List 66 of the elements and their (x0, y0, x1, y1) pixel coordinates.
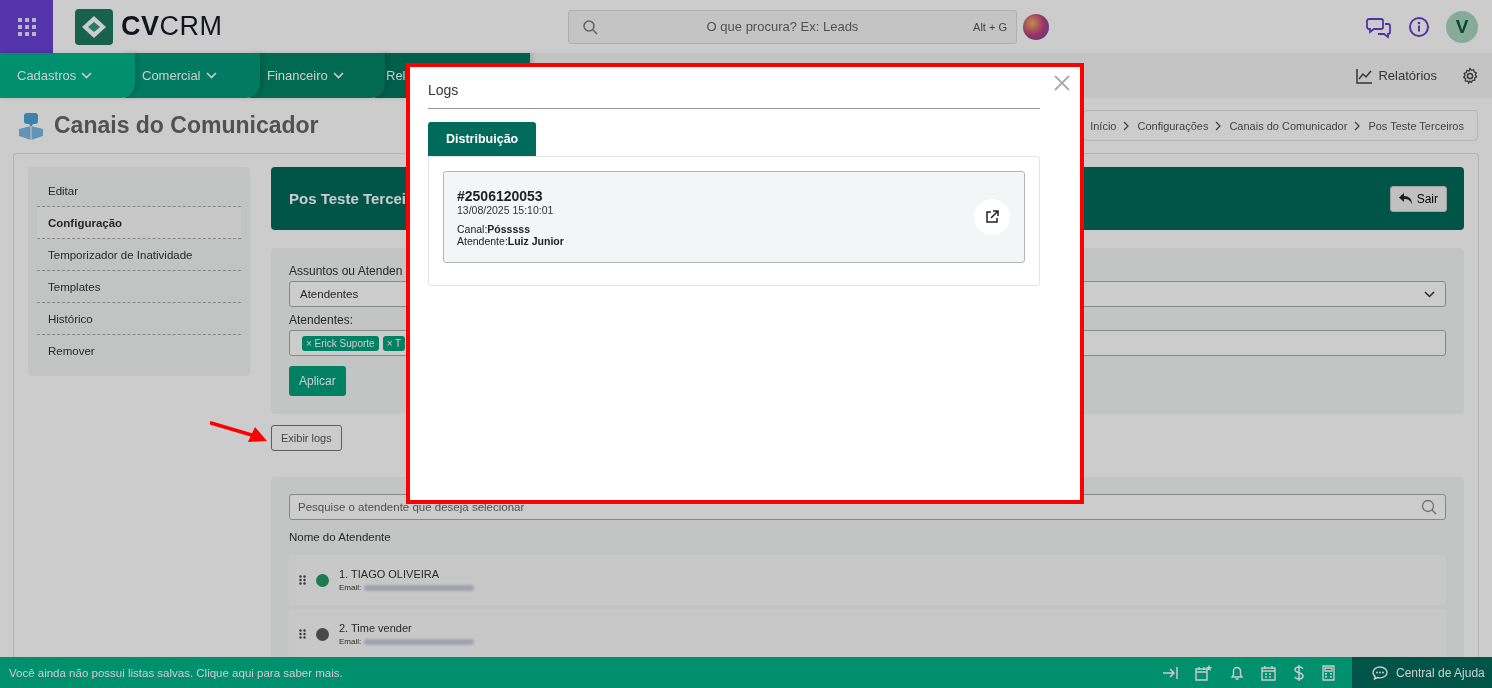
chat-bubble-icon (1372, 665, 1388, 680)
breadcrumb-link[interactable]: Início (1090, 119, 1117, 132)
external-link-icon (985, 210, 999, 224)
agent-row[interactable]: 1. TIAGO OLIVEIRA Email: (289, 555, 1446, 605)
logo-text: CVCRM (121, 11, 223, 42)
chevron-down-icon (332, 71, 344, 80)
page-title: Canais do Comunicador (54, 112, 319, 139)
globe-icon[interactable] (1023, 13, 1049, 40)
close-icon[interactable] (1054, 75, 1070, 91)
annotation-arrow (210, 421, 268, 443)
sidebar-item[interactable]: Temporizador de Inatividade (37, 239, 241, 271)
bell-icon[interactable] (1230, 664, 1244, 681)
nav-menu[interactable]: Comercial (125, 53, 260, 98)
search-icon (1421, 499, 1437, 515)
reports-link[interactable]: Relatórios (1350, 66, 1443, 85)
arrow-to-bar-icon[interactable] (1162, 665, 1178, 680)
chart-icon (1356, 67, 1374, 84)
channel-icon (18, 111, 44, 140)
dialog-tab[interactable]: Distribuição (428, 122, 537, 156)
show-logs-button[interactable]: Exibir logs (271, 425, 342, 451)
channel-title: Pos Teste Tercei (289, 190, 406, 207)
calendar-icon[interactable] (1261, 664, 1276, 681)
field-label: Atendentes: (289, 313, 354, 327)
nav-menu[interactable]: Financeiro (250, 53, 385, 98)
calculator-icon[interactable] (1322, 664, 1335, 681)
settings-icon[interactable] (1461, 66, 1479, 85)
chevron-down-icon (205, 71, 217, 80)
sidebar-item[interactable]: Remover (37, 335, 241, 366)
grid-icon (16, 16, 37, 37)
apps-menu-button[interactable] (0, 0, 53, 53)
log-channel: Canal:Pósssss (457, 222, 531, 235)
logo-icon (75, 8, 113, 45)
agent-name: 2. Time vender (339, 622, 413, 634)
chevron-down-icon (1424, 290, 1435, 298)
exit-button[interactable]: Sair (1389, 185, 1447, 212)
log-id: #2506120053 (457, 187, 544, 204)
agent-row[interactable]: 2. Time vender Email: (289, 609, 1446, 657)
shortcut-hint: Alt + G (973, 20, 1007, 33)
reply-arrow-icon (1398, 193, 1412, 204)
search-icon (582, 18, 598, 35)
column-header: Nome do Atendente (289, 531, 392, 543)
breadcrumb-link[interactable]: Pos Teste Terceiros (1368, 119, 1464, 132)
drag-handle-icon[interactable] (299, 629, 306, 639)
field-label: Assuntos ou Atenden (289, 264, 403, 278)
log-datetime: 13/08/2025 15:10:01 (457, 203, 555, 216)
chevron-right-icon (1123, 120, 1131, 131)
email-label: Email: (339, 583, 362, 592)
chevron-right-icon (1215, 120, 1223, 131)
calendar-star-icon[interactable] (1195, 664, 1213, 681)
open-link-button[interactable] (974, 199, 1010, 235)
info-icon[interactable] (1408, 15, 1430, 38)
user-avatar[interactable]: V (1446, 10, 1478, 43)
agent-name: 1. TIAGO OLIVEIRA (339, 568, 441, 580)
breadcrumb-link[interactable]: Canais do Comunicador (1229, 119, 1348, 132)
chevron-down-icon (81, 71, 93, 80)
sidebar-item[interactable]: Configuração (37, 207, 241, 239)
sidebar-item[interactable]: Histórico (37, 303, 241, 335)
chevron-right-icon (1354, 120, 1362, 131)
email-label: Email: (339, 637, 362, 646)
log-agent: Atendente:Luiz Junior (457, 234, 565, 247)
sidebar-item[interactable]: Templates (37, 271, 241, 303)
help-center-button[interactable]: Central de Ajuda (1352, 657, 1492, 688)
breadcrumb-link[interactable]: Configurações (1137, 119, 1209, 132)
drag-handle-icon[interactable] (299, 575, 306, 585)
dollar-icon[interactable] (1293, 663, 1305, 682)
dialog-title: Logs (428, 82, 459, 98)
